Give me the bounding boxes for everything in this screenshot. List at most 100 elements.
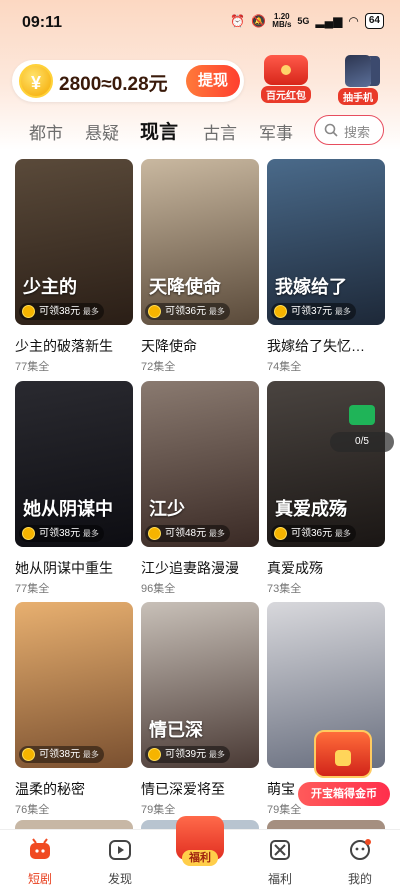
bottom-nav: 短剧 发现 福利 福利 我的 (0, 816, 400, 889)
episode-count: 73集全 (267, 583, 302, 595)
nav-label: 福利 (182, 850, 218, 866)
phone-promo[interactable]: 抽手机 (328, 55, 388, 105)
tab-guyan[interactable]: 古言 (203, 119, 237, 144)
open-chest-button[interactable]: 开宝箱得金币 (298, 782, 390, 806)
drama-card[interactable]: 天降使命 可领36元 最多 天降使命 72集全 (141, 159, 259, 373)
reward-text: 可领36元 (165, 306, 207, 317)
cover-title-text: 她从阴谋中 (23, 499, 113, 519)
reward-text: 可领36元 (291, 528, 333, 539)
reward-text: 可领38元 (39, 749, 81, 760)
alarm-icon: ⏰ (230, 14, 246, 28)
video-task-icon[interactable] (349, 405, 375, 425)
episode-count: 74集全 (267, 361, 302, 373)
wifi-icon: ◠ (348, 14, 359, 28)
reward-text: 可领39元 (165, 749, 207, 760)
reward-badge: 可领38元 最多 (19, 303, 104, 320)
yuan-coin-icon: ¥ (19, 64, 53, 98)
coin-icon (274, 305, 287, 318)
reward-text: 可领48元 (165, 528, 207, 539)
drama-cover: 江少可领48元 最多 (141, 381, 259, 547)
phone-promo-label: 抽手机 (338, 88, 378, 105)
drama-card[interactable]: 我嫁给了 可领37元 最多 我嫁给了失忆… 74集全 (267, 159, 385, 373)
mute-icon: 🔕 (251, 14, 267, 28)
episode-count: 79集全 (141, 804, 176, 816)
hongbao-promo-label: 百元红包 (261, 86, 311, 103)
tab-xianyan[interactable]: 现言 (140, 117, 178, 144)
play-icon (109, 840, 131, 860)
drama-title: 她从阴谋中重生 (15, 560, 113, 576)
reward-badge: 可领48元 最多 (145, 525, 230, 542)
coin-icon (22, 527, 35, 540)
reward-tag: 最多 (82, 529, 99, 538)
drama-cover: 我嫁给了可领37元 最多 (267, 159, 385, 325)
drama-title: 温柔的秘密 (15, 781, 85, 797)
drama-title: 情已深爱将至 (141, 781, 225, 797)
treasure-chest[interactable] (306, 722, 382, 784)
drama-card[interactable]: 少主的 可领38元 最多 少主的破落新生 77集全 (15, 159, 133, 373)
drama-cover: 她从阴谋中可领38元 最多 (15, 381, 133, 547)
drama-card[interactable]: 可领38元 最多温柔的秘密 76集全 (15, 602, 133, 816)
reward-tag: 最多 (208, 307, 225, 316)
coin-balance-text: 2800≈0.28元 (59, 74, 168, 95)
nav-label: 短剧 (27, 872, 52, 886)
nav-faxian[interactable]: 发现 (80, 830, 160, 889)
drama-cover: 可领38元 最多 (15, 602, 133, 768)
tab-dushi[interactable]: 都市 (29, 119, 63, 144)
drama-card[interactable]: 江少 可领48元 最多 江少追妻路漫漫 96集全 (141, 381, 259, 595)
drama-title: 天降使命 (141, 338, 197, 354)
phone-icon (345, 55, 371, 87)
episode-count: 76集全 (15, 804, 50, 816)
drama-card[interactable]: 她从阴谋中 可领38元 最多 她从阴谋中重生 77集全 (15, 381, 133, 595)
nav-duanju[interactable]: 短剧 (0, 830, 80, 889)
search-placeholder: 搜索 (344, 125, 371, 140)
gift-icon (270, 840, 290, 860)
search-icon (324, 123, 338, 137)
withdraw-button[interactable]: 提现 (186, 65, 240, 97)
nav-fuli-center[interactable]: 福利 (160, 816, 240, 889)
episode-count: 77集全 (15, 583, 50, 595)
nav-label: 我的 (347, 872, 372, 886)
status-bar: 09:11 ⏰ 🔕 1.20 MB/s 5G ▂▄▆ ◠ 64 (0, 0, 400, 46)
profile-icon (350, 839, 371, 860)
cover-title-text: 江少 (149, 499, 185, 519)
coin-balance-bar[interactable]: ¥ 2800≈0.28元 提现 (12, 60, 244, 102)
coin-icon (274, 527, 287, 540)
cover-title-text: 少主的 (23, 277, 77, 297)
cover-title-text: 我嫁给了 (275, 277, 347, 297)
tab-junshi[interactable]: 军事 (259, 119, 293, 144)
reward-text: 可领38元 (39, 306, 81, 317)
reward-tag: 最多 (334, 307, 351, 316)
reward-badge: 可领37元 最多 (271, 303, 356, 320)
cover-title-text: 情已深 (149, 720, 203, 740)
reward-badge: 可领39元 最多 (145, 746, 230, 763)
episode-count: 72集全 (141, 361, 176, 373)
chest-lock-icon (335, 750, 351, 766)
status-icons: ⏰ 🔕 1.20 MB/s 5G ▂▄▆ ◠ 64 (230, 13, 384, 29)
hongbao-promo[interactable]: 百元红包 (256, 55, 316, 103)
coin-icon (148, 748, 161, 761)
episode-count: 96集全 (141, 583, 176, 595)
coin-icon (148, 527, 161, 540)
episode-count: 79集全 (267, 804, 302, 816)
reward-tag: 最多 (208, 750, 225, 759)
battery-indicator: 64 (364, 13, 384, 29)
cover-title-text: 真爱成殇 (275, 499, 347, 519)
coin-icon (22, 305, 35, 318)
nav-wode[interactable]: 我的 (320, 830, 400, 889)
drama-icon (30, 838, 50, 859)
tab-xuanyi[interactable]: 悬疑 (85, 119, 119, 144)
status-time: 09:11 (22, 14, 63, 31)
reward-text: 可领38元 (39, 528, 81, 539)
nav-fuli[interactable]: 福利 (240, 830, 320, 889)
reward-badge: 可领38元 最多 (19, 525, 104, 542)
nav-label: 福利 (267, 872, 292, 886)
drama-card[interactable]: 情已深可领39元 最多情已深爱将至 79集全 (141, 602, 259, 816)
reward-badge: 可领36元 最多 (271, 525, 356, 542)
reward-tag: 最多 (82, 750, 99, 759)
reward-badge: 可领36元 最多 (145, 303, 230, 320)
search-box[interactable]: 搜索 (314, 115, 384, 145)
reward-tag: 最多 (334, 529, 351, 538)
drama-cover: 少主的可领38元 最多 (15, 159, 133, 325)
reward-tag: 最多 (208, 529, 225, 538)
reward-text: 可领37元 (291, 306, 333, 317)
